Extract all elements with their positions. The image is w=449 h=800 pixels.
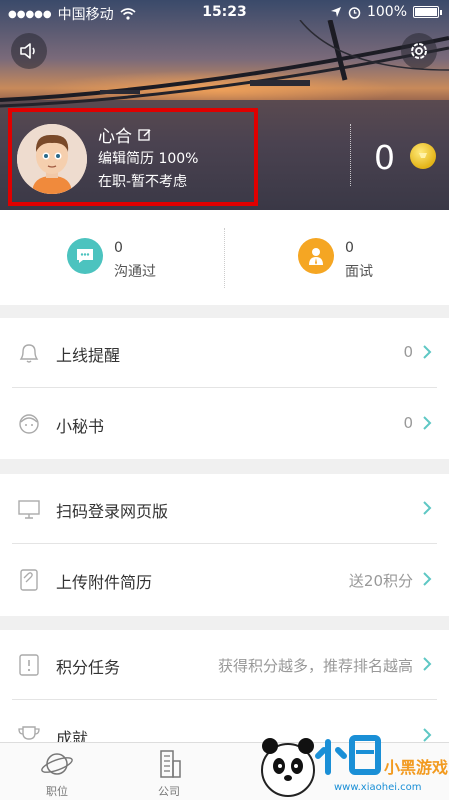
tab-label: 职位 (46, 785, 68, 798)
chevron-right-icon (423, 416, 432, 430)
settings-button[interactable] (401, 33, 437, 69)
header-divider (350, 124, 351, 186)
stat-count: 0 (345, 240, 354, 256)
list-item-label: 小秘书 (56, 417, 105, 436)
secretary-icon (19, 414, 39, 434)
gear-icon (411, 43, 427, 59)
stats-panel: 0 沟通过 0 面试 (0, 210, 449, 305)
chevron-right-icon (423, 572, 432, 586)
divider (12, 699, 437, 700)
interview-icon (298, 238, 334, 274)
divider (12, 543, 437, 544)
battery-icon (413, 6, 442, 18)
list-item-secretary[interactable]: 小秘书 0 (0, 389, 449, 459)
list-item-value: 送20积分 (348, 572, 413, 590)
chat-icon (67, 238, 103, 274)
list-item-value: 0 (403, 414, 413, 432)
bell-icon (19, 344, 39, 363)
coin-icon[interactable] (410, 143, 436, 169)
notification-section: 上线提醒 0 小秘书 0 (0, 318, 449, 459)
watermark-logo: 小黑游戏 www.xiaohei.com (256, 726, 449, 800)
speaker-icon (20, 43, 35, 59)
battery-percent: 100% (366, 4, 407, 20)
stat-count: 0 (114, 240, 123, 256)
tab-company[interactable]: 公司 (114, 743, 224, 800)
list-item-reminder[interactable]: 上线提醒 0 (0, 318, 449, 388)
user-name: 心合 (98, 127, 132, 147)
location-icon (330, 7, 341, 17)
divider (12, 387, 437, 388)
list-item-label: 积分任务 (56, 658, 121, 677)
attachment-icon (20, 569, 38, 591)
stat-label: 面试 (345, 264, 373, 280)
chevron-right-icon (423, 657, 432, 671)
job-status[interactable]: 在职-暂不考虑 (98, 171, 187, 191)
list-item-value: 获得积分越多，推荐排名越高 (217, 657, 413, 675)
resume-completeness[interactable]: 编辑简历 100% (98, 148, 198, 168)
monitor-icon (18, 500, 40, 519)
tab-label: 公司 (158, 785, 180, 798)
coin-symbol-icon (419, 153, 427, 158)
trophy-icon (18, 726, 40, 740)
speaker-button[interactable] (11, 33, 47, 69)
tools-section: 扫码登录网页版 上传附件简历 送20积分 (0, 474, 449, 616)
alarm-icon (348, 6, 361, 19)
list-item-label: 上线提醒 (56, 346, 121, 365)
list-item-value: 0 (403, 343, 413, 361)
list-item-label: 成就 (56, 729, 89, 742)
stat-label: 沟通过 (114, 264, 156, 280)
watermark-url: www.xiaohei.com (334, 782, 422, 793)
bridge-image (0, 20, 449, 108)
coin-count[interactable]: 0 (374, 138, 395, 177)
planet-icon (41, 753, 73, 775)
avatar[interactable] (17, 124, 87, 194)
task-icon (19, 654, 39, 676)
list-item-scan-login[interactable]: 扫码登录网页版 (0, 474, 449, 544)
building-icon (160, 750, 181, 778)
list-item-points-task[interactable]: 积分任务 获得积分越多，推荐排名越高 (0, 630, 449, 700)
list-item-label: 上传附件简历 (56, 573, 153, 592)
stats-divider (224, 228, 225, 288)
list-item-upload-resume[interactable]: 上传附件简历 送20积分 (0, 545, 449, 615)
user-name-row[interactable]: 心合 (98, 122, 152, 147)
watermark-brand: 小黑游戏 (384, 758, 449, 777)
chevron-right-icon (423, 345, 432, 359)
list-item-label: 扫码登录网页版 (56, 502, 169, 521)
avatar-image (17, 124, 87, 194)
edit-icon[interactable] (138, 128, 152, 142)
chevron-right-icon (423, 501, 432, 515)
tab-jobs[interactable]: 职位 (2, 743, 112, 800)
status-bar: ●●●●● 中国移动 15:23 100% (0, 0, 449, 26)
